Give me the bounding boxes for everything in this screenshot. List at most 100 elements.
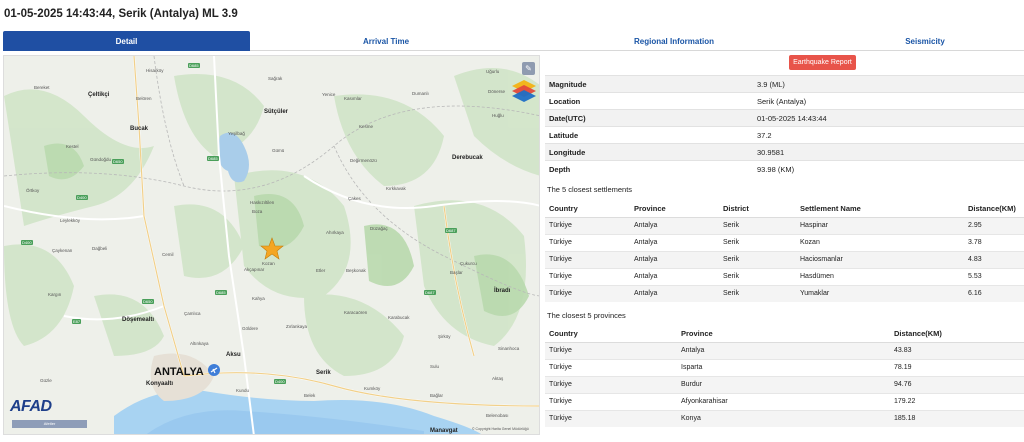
map-label: Yenice: [322, 92, 336, 97]
info-value: 01-05-2025 14:43:44: [753, 109, 1024, 127]
info-row: Depth 93.98 (KM): [545, 160, 1024, 178]
provinces-table: Country Province Distance(KM) Türkiye Ant…: [545, 325, 1024, 427]
tab-detail[interactable]: Detail: [3, 31, 250, 51]
table-cell: Konya: [677, 409, 890, 427]
map-label: Huğlu: [492, 113, 504, 118]
table-cell: Burdur: [677, 375, 890, 393]
table-cell: Türkiye: [545, 409, 677, 427]
table-cell: Isparta: [677, 358, 890, 376]
table-header-row: Country Province District Settlement Nam…: [545, 200, 1024, 218]
table-cell: Afyonkarahisar: [677, 392, 890, 410]
map-label: Beşkonak: [346, 268, 366, 273]
column-header: Distance(KM): [890, 325, 1024, 343]
column-header: Settlement Name: [796, 200, 964, 218]
table-cell: 179.22: [890, 392, 1024, 410]
map-label: Gündoğdu: [90, 157, 112, 162]
column-header: Province: [630, 200, 719, 218]
pencil-icon: ✎: [525, 64, 532, 73]
table-row: Türkiye Afyonkarahisar 179.22: [545, 392, 1024, 410]
map-label: Bucak: [130, 126, 149, 132]
map-label: Derebucak: [452, 155, 483, 161]
column-header: Distance(KM): [964, 200, 1024, 218]
edit-map-button[interactable]: ✎: [522, 62, 535, 75]
road-shield: D400: [21, 240, 33, 245]
tab-seismicity[interactable]: Seismicity: [826, 31, 1024, 51]
table-cell: Antalya: [630, 216, 719, 234]
table-row: Türkiye Isparta 78.19: [545, 358, 1024, 376]
map-label: Serik: [316, 370, 331, 376]
map-label: İbradı: [494, 288, 511, 294]
map-label: Karabucak: [388, 315, 410, 320]
table-cell: Türkiye: [545, 216, 630, 234]
info-key: Date(UTC): [545, 109, 753, 127]
map-label: Kestel: [66, 144, 79, 149]
map-label: Güzle: [40, 378, 52, 383]
map-label: Ahırkaya: [326, 230, 344, 235]
table-cell: Türkiye: [545, 267, 630, 285]
road-shield: D400: [274, 379, 286, 384]
map-label: Dağbeli: [92, 246, 108, 251]
settlements-title: The 5 closest settlements: [547, 185, 633, 194]
page-title: 01-05-2025 14:43:44, Serik (Antalya) ML …: [4, 8, 238, 20]
map-label: Göldere: [242, 326, 259, 331]
map-label: Çeltikçi: [88, 92, 110, 98]
info-value: 93.98 (KM): [753, 160, 1024, 178]
map-label: Çakes: [348, 196, 361, 201]
info-key: Latitude: [545, 126, 753, 144]
info-key: Location: [545, 92, 753, 110]
map-label: Altınkaya: [190, 341, 209, 346]
map-label: Dumanlı: [412, 91, 429, 96]
road-shield: D650: [142, 299, 154, 304]
table-row: Türkiye Burdur 94.76: [545, 375, 1024, 393]
table-cell: Türkiye: [545, 284, 630, 302]
map-label: Belenobası: [486, 413, 509, 418]
table-cell: Antalya: [630, 284, 719, 302]
table-cell: 6.16: [964, 284, 1024, 302]
provinces-title: The closest 5 provinces: [547, 311, 626, 320]
map-label: Değirmenözü: [350, 158, 377, 163]
afad-logo: AFAD: [10, 398, 52, 415]
settlements-table: Country Province District Settlement Nam…: [545, 200, 1024, 302]
map-label: Cemil: [162, 252, 174, 257]
table-cell: 43.83: [890, 341, 1024, 359]
map-label: Belören: [136, 96, 152, 101]
info-value: Serik (Antalya): [753, 92, 1024, 110]
info-key: Depth: [545, 160, 753, 178]
table-cell: 94.76: [890, 375, 1024, 393]
info-row: Magnitude 3.9 (ML): [545, 75, 1024, 93]
info-value: 30.9581: [753, 143, 1024, 161]
earthquake-map[interactable]: Çeltikçi Bucak Sütçüler Derebucak Döşeme…: [3, 55, 540, 435]
map-label: Kargın: [48, 292, 62, 297]
table-cell: Türkiye: [545, 358, 677, 376]
road-shield: E87: [72, 319, 82, 324]
tab-regional-information[interactable]: Regional Information: [522, 31, 826, 51]
table-cell: Türkiye: [545, 375, 677, 393]
airport-icon: [208, 364, 220, 376]
road-shield: D685: [215, 290, 227, 295]
table-cell: Antalya: [630, 250, 719, 268]
map-label: Sinanhoca: [498, 346, 520, 351]
map-label: Kırkkavak: [386, 186, 406, 191]
map-label-antalya: ANTALYA: [154, 366, 204, 378]
map-label: Bağlar: [430, 393, 444, 398]
earthquake-report-button[interactable]: Earthquake Report: [789, 55, 856, 70]
map-label: Haskızıltilen: [250, 200, 275, 205]
info-row: Latitude 37.2: [545, 126, 1024, 144]
table-cell: Türkiye: [545, 250, 630, 268]
map-label: Kahya: [252, 296, 265, 301]
table-cell: 78.19: [890, 358, 1024, 376]
map-label: Kumköy: [364, 386, 381, 391]
table-row: Türkiye Antalya Serik Kozan 3.78: [545, 233, 1024, 251]
table-cell: 185.18: [890, 409, 1024, 427]
map-label: Düzağaç: [370, 226, 388, 231]
column-header: Country: [545, 200, 630, 218]
table-cell: Serik: [719, 267, 796, 285]
map-label: Örtkoy: [26, 188, 40, 193]
map-label: Boza: [252, 209, 263, 214]
map-label: Hisarköy: [146, 68, 164, 73]
map-label: Bereket: [34, 85, 50, 90]
map-label: Karacaören: [344, 310, 368, 315]
map-label: Döşemealtı: [122, 317, 155, 323]
tab-arrival-time[interactable]: Arrival Time: [250, 31, 522, 51]
road-shield: D650: [112, 159, 124, 164]
